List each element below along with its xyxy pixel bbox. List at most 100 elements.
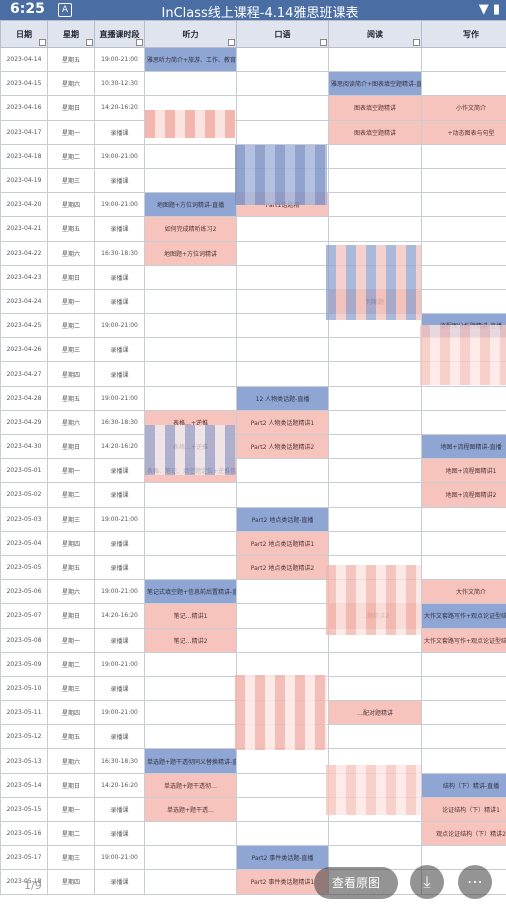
weekday-cell[interactable]: 星期三	[47, 506, 95, 532]
weekday-cell[interactable]: 星期一	[47, 627, 95, 653]
weekday-cell[interactable]: 星期五	[47, 385, 95, 411]
speaking-cell[interactable]	[236, 143, 329, 169]
time-cell[interactable]: 16:30-18:30	[94, 409, 145, 436]
time-cell[interactable]: 14:20-16:20	[94, 772, 145, 798]
time-cell[interactable]: 16:30-18:30	[94, 748, 145, 774]
reading-cell[interactable]	[328, 240, 422, 266]
speaking-cell[interactable]	[236, 458, 329, 484]
weekday-cell[interactable]: 星期一	[47, 119, 95, 145]
writing-cell[interactable]: 地图+流程图精讲-直播	[421, 433, 506, 460]
time-cell[interactable]: 录播课	[94, 724, 145, 750]
speaking-cell[interactable]	[236, 288, 329, 315]
date-cell[interactable]: 2023-05-12	[0, 724, 48, 750]
time-cell[interactable]: 19:00-21:00	[94, 192, 145, 218]
weekday-cell[interactable]: 星期二	[47, 482, 95, 508]
weekday-cell[interactable]: 星期一	[47, 288, 95, 315]
weekday-cell[interactable]: 星期五	[47, 216, 95, 242]
weekday-cell[interactable]: 星期四	[47, 530, 95, 556]
date-cell[interactable]: 2023-05-03	[0, 506, 48, 532]
writing-cell[interactable]: 地图+流程图精讲2	[421, 482, 506, 508]
speaking-cell[interactable]	[236, 264, 329, 290]
reading-cell[interactable]	[328, 409, 422, 436]
listening-cell[interactable]	[144, 506, 237, 532]
reading-cell[interactable]	[328, 143, 422, 169]
time-cell[interactable]: 录播课	[94, 458, 145, 484]
writing-cell[interactable]	[421, 240, 506, 266]
listening-cell[interactable]: 表格…+逆推	[144, 433, 237, 460]
weekday-cell[interactable]: 星期一	[47, 796, 95, 823]
filter-icon[interactable]	[320, 39, 327, 46]
reading-cell[interactable]	[328, 46, 422, 73]
header-speaking[interactable]: 口语	[236, 20, 329, 48]
writing-cell[interactable]	[421, 700, 506, 726]
date-cell[interactable]: 2023-05-15	[0, 796, 48, 823]
header-listening[interactable]: 听力	[144, 20, 237, 48]
reading-cell[interactable]	[328, 337, 422, 363]
time-cell[interactable]: 19:00-21:00	[94, 651, 145, 677]
date-cell[interactable]: 2023-05-05	[0, 554, 48, 581]
speaking-cell[interactable]	[236, 796, 329, 823]
time-cell[interactable]: 19:00-21:00	[94, 700, 145, 726]
listening-cell[interactable]	[144, 700, 237, 726]
date-cell[interactable]: 2023-05-08	[0, 627, 48, 653]
header-weekday[interactable]: 星期	[47, 20, 95, 48]
writing-cell[interactable]	[421, 46, 506, 73]
time-cell[interactable]: 19:00-21:00	[94, 313, 145, 339]
reading-cell[interactable]	[328, 627, 422, 653]
writing-cell[interactable]	[421, 506, 506, 532]
download-icon[interactable]: ⤓	[410, 865, 444, 899]
date-cell[interactable]: 2023-04-29	[0, 409, 48, 436]
speaking-cell[interactable]	[236, 603, 329, 629]
writing-cell[interactable]	[421, 192, 506, 218]
date-cell[interactable]: 2023-04-17	[0, 119, 48, 145]
reading-cell[interactable]	[328, 167, 422, 194]
speaking-cell[interactable]	[236, 772, 329, 798]
writing-cell[interactable]: 大作文套路写作+观点论证型结构（上）	[421, 627, 506, 653]
time-cell[interactable]: 录播课	[94, 530, 145, 556]
writing-cell[interactable]	[421, 361, 506, 387]
weekday-cell[interactable]: 星期四	[47, 361, 95, 387]
speaking-cell[interactable]	[236, 95, 329, 121]
reading-cell[interactable]: 雅思阅读简介+图表填空题精讲-直播	[328, 71, 422, 97]
speaking-cell[interactable]: Part2 人物类话题精讲2	[236, 433, 329, 460]
time-cell[interactable]: 14:20-16:20	[94, 433, 145, 460]
weekday-cell[interactable]: 星期二	[47, 143, 95, 169]
writing-cell[interactable]: 地图+流程图精讲1	[421, 458, 506, 484]
date-cell[interactable]: 2023-04-26	[0, 337, 48, 363]
weekday-cell[interactable]: 星期二	[47, 820, 95, 847]
listening-cell[interactable]	[144, 264, 237, 290]
writing-cell[interactable]	[421, 554, 506, 581]
speaking-cell[interactable]	[236, 579, 329, 605]
time-cell[interactable]: 录播课	[94, 167, 145, 194]
weekday-cell[interactable]: 星期五	[47, 554, 95, 581]
speaking-cell[interactable]: Part2 地点类话题-直播	[236, 506, 329, 532]
weekday-cell[interactable]: 星期六	[47, 240, 95, 266]
date-cell[interactable]: 2023-04-20	[0, 192, 48, 218]
speaking-cell[interactable]	[236, 675, 329, 702]
view-original-button[interactable]: 查看原图	[314, 867, 398, 899]
writing-cell[interactable]	[421, 651, 506, 677]
time-cell[interactable]: 录播课	[94, 288, 145, 315]
weekday-cell[interactable]: 星期三	[47, 675, 95, 702]
speaking-cell[interactable]	[236, 313, 329, 339]
listening-cell[interactable]	[144, 530, 237, 556]
speaking-cell[interactable]	[236, 700, 329, 726]
speaking-cell[interactable]	[236, 651, 329, 677]
time-cell[interactable]: 录播课	[94, 216, 145, 242]
writing-cell[interactable]: 流程图分析题精讲-直播	[421, 313, 506, 339]
weekday-cell[interactable]: 星期六	[47, 409, 95, 436]
writing-cell[interactable]: 小作文简介	[421, 95, 506, 121]
time-cell[interactable]: 录播课	[94, 675, 145, 702]
reading-cell[interactable]	[328, 433, 422, 460]
reading-cell[interactable]	[328, 579, 422, 605]
weekday-cell[interactable]: 星期三	[47, 167, 95, 194]
listening-cell[interactable]	[144, 167, 237, 194]
filter-icon[interactable]	[39, 39, 46, 46]
writing-cell[interactable]: 大作文简介	[421, 579, 506, 605]
more-options-icon[interactable]: ⋯	[458, 865, 492, 899]
date-cell[interactable]: 2023-05-13	[0, 748, 48, 774]
writing-cell[interactable]	[421, 530, 506, 556]
time-cell[interactable]: 录播课	[94, 337, 145, 363]
date-cell[interactable]: 2023-04-25	[0, 313, 48, 339]
time-cell[interactable]: 14:20-16:20	[94, 603, 145, 629]
